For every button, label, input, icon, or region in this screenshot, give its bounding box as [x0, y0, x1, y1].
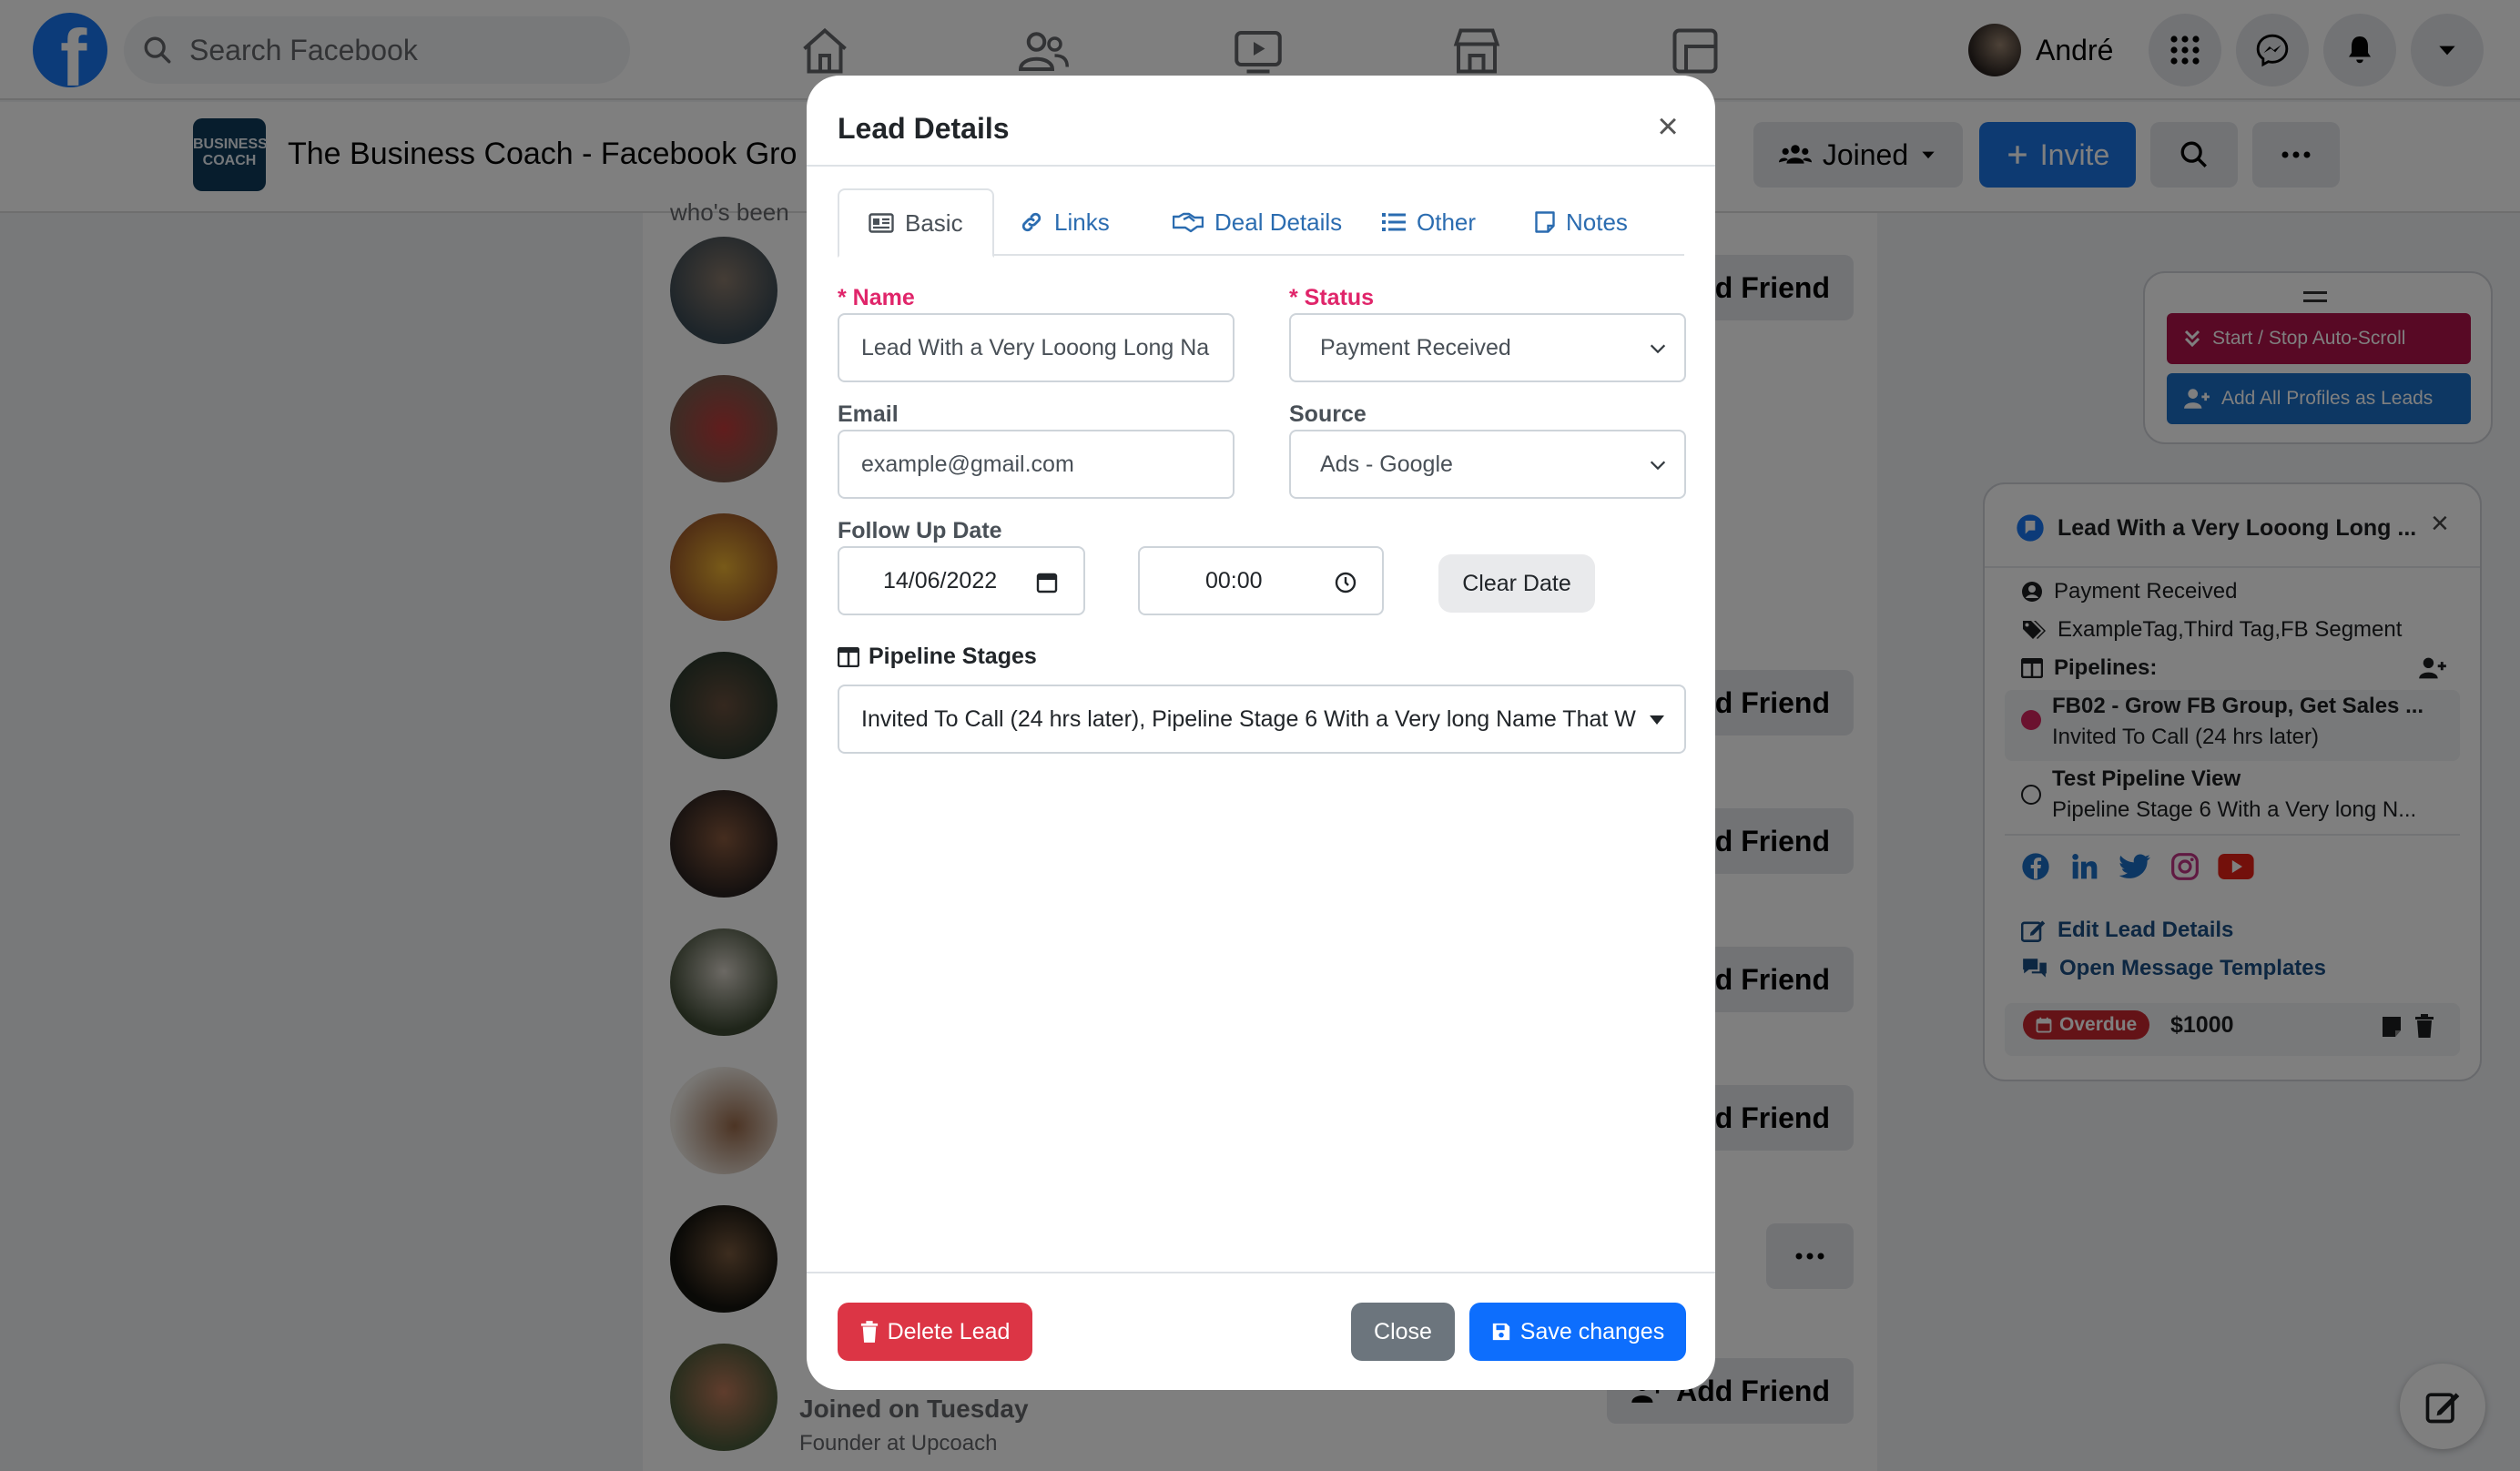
chevron-down-icon — [1650, 344, 1666, 354]
source-label: Source — [1289, 401, 1367, 427]
time-value: 00:00 — [1205, 567, 1263, 593]
trash-icon — [860, 1321, 878, 1343]
modal-footer-divider — [807, 1272, 1715, 1273]
save-changes-button[interactable]: Save changes — [1469, 1303, 1686, 1361]
caret-down-icon — [1650, 715, 1664, 725]
tab-label: Deal Details — [1214, 208, 1343, 236]
name-label: * Name — [838, 285, 915, 310]
tab-deal-details[interactable]: Deal Details — [1143, 188, 1371, 256]
status-select[interactable]: Payment Received — [1289, 313, 1686, 382]
modal-tabs: Basic Links Deal Details Other Notes — [838, 188, 1684, 258]
chevron-down-icon — [1650, 461, 1666, 471]
status-label: * Status — [1289, 285, 1375, 310]
follow-up-date-input[interactable]: 14/06/2022 — [838, 546, 1085, 615]
tab-other[interactable]: Other — [1353, 188, 1505, 256]
tab-basic[interactable]: Basic — [838, 188, 994, 258]
id-card-icon — [869, 213, 894, 233]
columns-icon — [838, 646, 859, 667]
close-icon[interactable]: × — [1650, 108, 1686, 145]
tab-notes[interactable]: Notes — [1506, 188, 1657, 256]
lead-details-modal: Lead Details × Basic Links Deal Details … — [807, 76, 1715, 1390]
tab-label: Links — [1054, 208, 1110, 236]
pipeline-label-text: Pipeline Stages — [869, 644, 1037, 669]
email-field[interactable]: example@gmail.com — [838, 430, 1235, 499]
calendar-icon[interactable] — [1036, 572, 1058, 593]
note-icon — [1535, 211, 1555, 233]
close-button[interactable]: Close — [1351, 1303, 1455, 1361]
status-value: Payment Received — [1320, 334, 1511, 360]
follow-up-date-label: Follow Up Date — [838, 518, 1002, 543]
save-changes-label: Save changes — [1519, 1318, 1665, 1344]
email-label: Email — [838, 401, 899, 427]
tab-links[interactable]: Links — [991, 188, 1139, 256]
close-label: Close — [1374, 1318, 1432, 1344]
modal-header-divider — [807, 165, 1715, 167]
date-value: 14/06/2022 — [883, 567, 998, 593]
clear-date-button[interactable]: Clear Date — [1438, 554, 1595, 613]
delete-lead-button[interactable]: Delete Lead — [838, 1303, 1032, 1361]
tab-label: Basic — [905, 208, 963, 237]
follow-up-time-input[interactable]: 00:00 — [1138, 546, 1384, 615]
source-value: Ads - Google — [1320, 451, 1453, 477]
delete-lead-label: Delete Lead — [887, 1318, 1011, 1344]
handshake-icon — [1173, 212, 1204, 233]
tab-label: Notes — [1566, 208, 1628, 236]
clear-date-label: Clear Date — [1462, 570, 1571, 596]
clock-icon[interactable] — [1335, 572, 1357, 593]
pipeline-value: Invited To Call (24 hrs later), Pipeline… — [861, 705, 1636, 732]
list-icon — [1382, 213, 1406, 231]
pipeline-stages-select[interactable]: Invited To Call (24 hrs later), Pipeline… — [838, 685, 1686, 754]
tab-label: Other — [1417, 208, 1477, 236]
source-select[interactable]: Ads - Google — [1289, 430, 1686, 499]
save-icon — [1492, 1323, 1509, 1341]
name-input[interactable]: Lead With a Very Looong Long Na — [838, 313, 1235, 382]
link-icon — [1021, 212, 1042, 232]
pipeline-stages-label: Pipeline Stages — [838, 644, 1037, 670]
modal-title: Lead Details — [838, 112, 1010, 145]
